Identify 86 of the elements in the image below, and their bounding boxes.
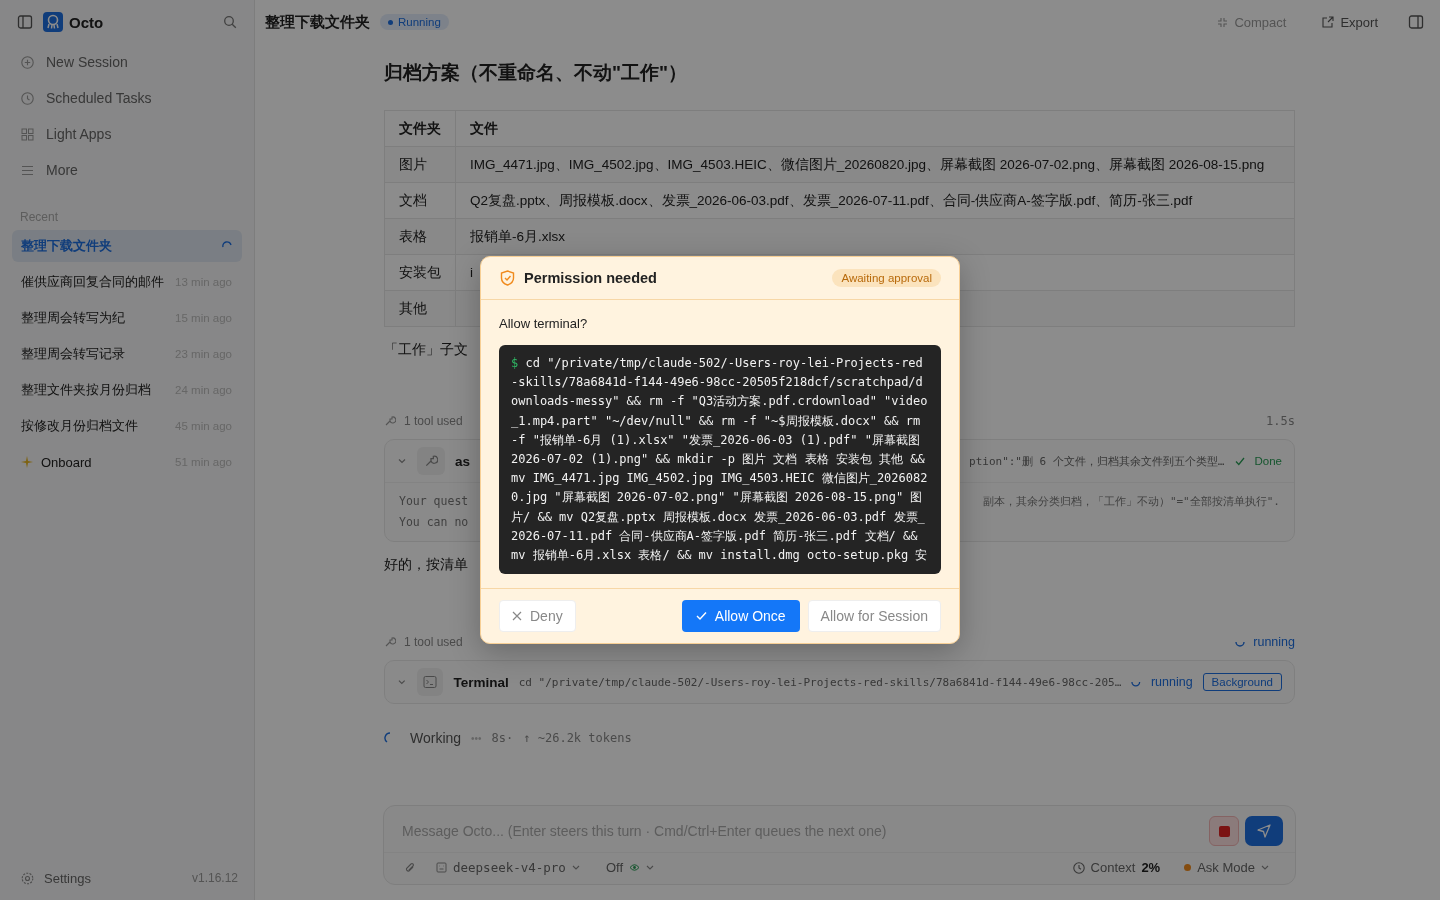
shield-check-icon xyxy=(500,270,515,286)
chevron-down-icon xyxy=(646,865,654,870)
panel-toggle-icon[interactable] xyxy=(1408,14,1424,30)
table-cell: 其他 xyxy=(384,290,456,327)
paragraph-fragment: 「工作」子文 xyxy=(384,341,468,359)
nav-item[interactable]: More xyxy=(12,152,242,188)
wrench-icon xyxy=(384,415,396,427)
clock-icon xyxy=(21,91,34,105)
wrench-icon xyxy=(384,636,396,648)
command-preview: cd "/private/tmp/claude-502/-Users-roy-lei-Projects-red-skills/78a6841d-f144-49e6-98cc-205… xyxy=(518,675,1122,689)
status-label: running xyxy=(1150,675,1193,689)
menu-icon xyxy=(21,163,34,177)
stop-button[interactable] xyxy=(1209,816,1239,846)
chevron-down-icon xyxy=(1261,865,1269,870)
chevron-down-icon[interactable] xyxy=(397,456,407,466)
mode-selector[interactable]: Ask Mode xyxy=(1178,859,1275,876)
dialog-title: Permission needed xyxy=(524,270,657,286)
octopus-logo-icon xyxy=(43,12,63,32)
table-cell: 安装包 xyxy=(384,254,456,291)
collapse-icon xyxy=(1217,16,1229,28)
eye-icon xyxy=(629,863,640,872)
background-button[interactable]: Background xyxy=(1202,673,1282,691)
table-cell: Q2复盘.pptx、周报模板.docx、发票_2026-06-03.pdf、发票_2026-07-11.pdf、合同-供应商A-签字版.pdf、简历-张三.pdf xyxy=(455,182,1295,219)
plus-circle-icon xyxy=(21,55,34,69)
result-text: You can no xyxy=(399,514,469,531)
tool-name: as xyxy=(455,453,471,469)
app-name: Octo xyxy=(69,13,104,31)
table-cell: 报销单-6月.xlsx xyxy=(455,218,1295,255)
session-title: 整理下载文件夹 xyxy=(265,12,370,32)
nav-item[interactable]: Light Apps xyxy=(12,116,242,152)
table-cell: 文档 xyxy=(384,182,456,219)
export-icon xyxy=(1322,16,1335,28)
table-cell: 图片 xyxy=(384,146,456,183)
column-header: 文件夹 xyxy=(384,110,456,147)
settings-link[interactable]: Settings xyxy=(44,870,91,886)
robot-icon xyxy=(436,862,447,873)
nav-item[interactable]: New Session xyxy=(12,44,242,80)
status-badge: Running xyxy=(380,14,449,30)
check-icon xyxy=(695,611,707,622)
allow-once-button[interactable]: Allow Once xyxy=(681,600,800,633)
tool-name: Terminal xyxy=(453,674,509,690)
session-item[interactable]: 整理下载文件夹 xyxy=(12,230,242,262)
paragraph-fragment: 好的，按清单 xyxy=(384,556,468,574)
dialog-question: Allow terminal? xyxy=(499,316,589,331)
chevron-down-icon[interactable] xyxy=(397,677,407,687)
search-icon[interactable] xyxy=(223,15,237,29)
sparkle-icon xyxy=(21,456,33,468)
tool-summary: ption":"删 6 个文件，归档其余文件到五个类型… xyxy=(969,453,1225,469)
token-count: ↑ ~26.2k tokens xyxy=(523,731,632,745)
tool-count: 1 tool used xyxy=(404,635,463,649)
status-label: Done xyxy=(1254,455,1282,467)
paperclip-icon[interactable] xyxy=(404,861,416,874)
tool-count: 1 tool used xyxy=(404,414,463,428)
table-cell: IMG_4471.jpg、IMG_4502.jpg、IMG_4503.HEIC、微信图片_20260820.jpg、屏幕截图 2026-07-02.png、屏幕截图 2026-08-15.png xyxy=(455,146,1295,183)
context-value: 2% xyxy=(1141,860,1161,875)
wrench-icon xyxy=(417,447,445,475)
result-text: Your quest xyxy=(399,493,469,510)
context-label: Context xyxy=(1090,860,1136,875)
terminal-icon xyxy=(416,668,444,696)
model-selector[interactable]: deepseek-v4-pro xyxy=(430,859,586,876)
status-label: running xyxy=(1253,635,1295,649)
sidebar-toggle-icon[interactable] xyxy=(17,14,33,30)
nav-item[interactable]: Scheduled Tasks xyxy=(12,80,242,116)
deny-button[interactable]: Deny xyxy=(499,600,576,633)
table-cell: 表格 xyxy=(384,218,456,255)
check-icon xyxy=(1234,456,1245,466)
status-badge: Awaiting approval xyxy=(832,269,941,287)
working-label: Working xyxy=(410,730,462,746)
command-block: $ cd "/private/tmp/claude-502/-Users-roy-lei-Projects-red-skills/78a6841d-f144-49e6-98cc-20505f218dcf/scratchpad/downloads-messy" && rm -f "Q3活动方案.pdf.crdownload" "video_1.mp4.part" "~/dev/null" && rm -f "~$周报模板.docx" && rm -f "报销单-6月 (1).xlsx" "发票_2026-06-03 (1).pdf" "屏幕截图 2026-07-02 (1).png" && mkdir -p 图片 文档 表格 安装包 其他 && mv IMG_4471.jpg IMG_4502.jpg IMG_4503.HEIC 微信图片_20260820.jpg "屏幕截图 2026-07-02.png" "屏幕截图 2026-08-15.png" 图片/ && mv Q2复盘.pptx 周报模板.docx 发票_2026-06-03.pdf 发票_2026-07-11.pdf 合同-供应商A-签字版.pdf 简历-张三.pdf 文档/ && mv 报销单-6月.xlsx 表格/ && mv install.dmg octo-setup.pkg 安 xyxy=(499,345,941,575)
export-button[interactable]: Export xyxy=(1316,13,1384,31)
allow-session-button[interactable]: Allow for Session xyxy=(807,600,941,633)
status-dot xyxy=(1184,864,1192,871)
elapsed-time: 8s· xyxy=(491,731,514,745)
progress-dots: ••• xyxy=(471,732,482,744)
settings-icon[interactable] xyxy=(21,871,34,885)
result-text: 副本，其余分类归档，「工作」不动）"="全部按清单执行". xyxy=(982,494,1280,510)
send-icon xyxy=(1257,824,1271,838)
send-button[interactable] xyxy=(1245,816,1283,846)
clock-icon xyxy=(1072,861,1085,874)
close-icon xyxy=(512,611,522,622)
section-heading: 归档方案（不重命名、不动"工作"） xyxy=(384,61,689,85)
chevron-down-icon xyxy=(571,865,580,870)
grid-icon xyxy=(21,127,34,141)
thinking-selector[interactable]: Off xyxy=(599,859,660,876)
column-header: 文件 xyxy=(455,110,1295,147)
duration-label: 1.5s xyxy=(1266,414,1295,428)
